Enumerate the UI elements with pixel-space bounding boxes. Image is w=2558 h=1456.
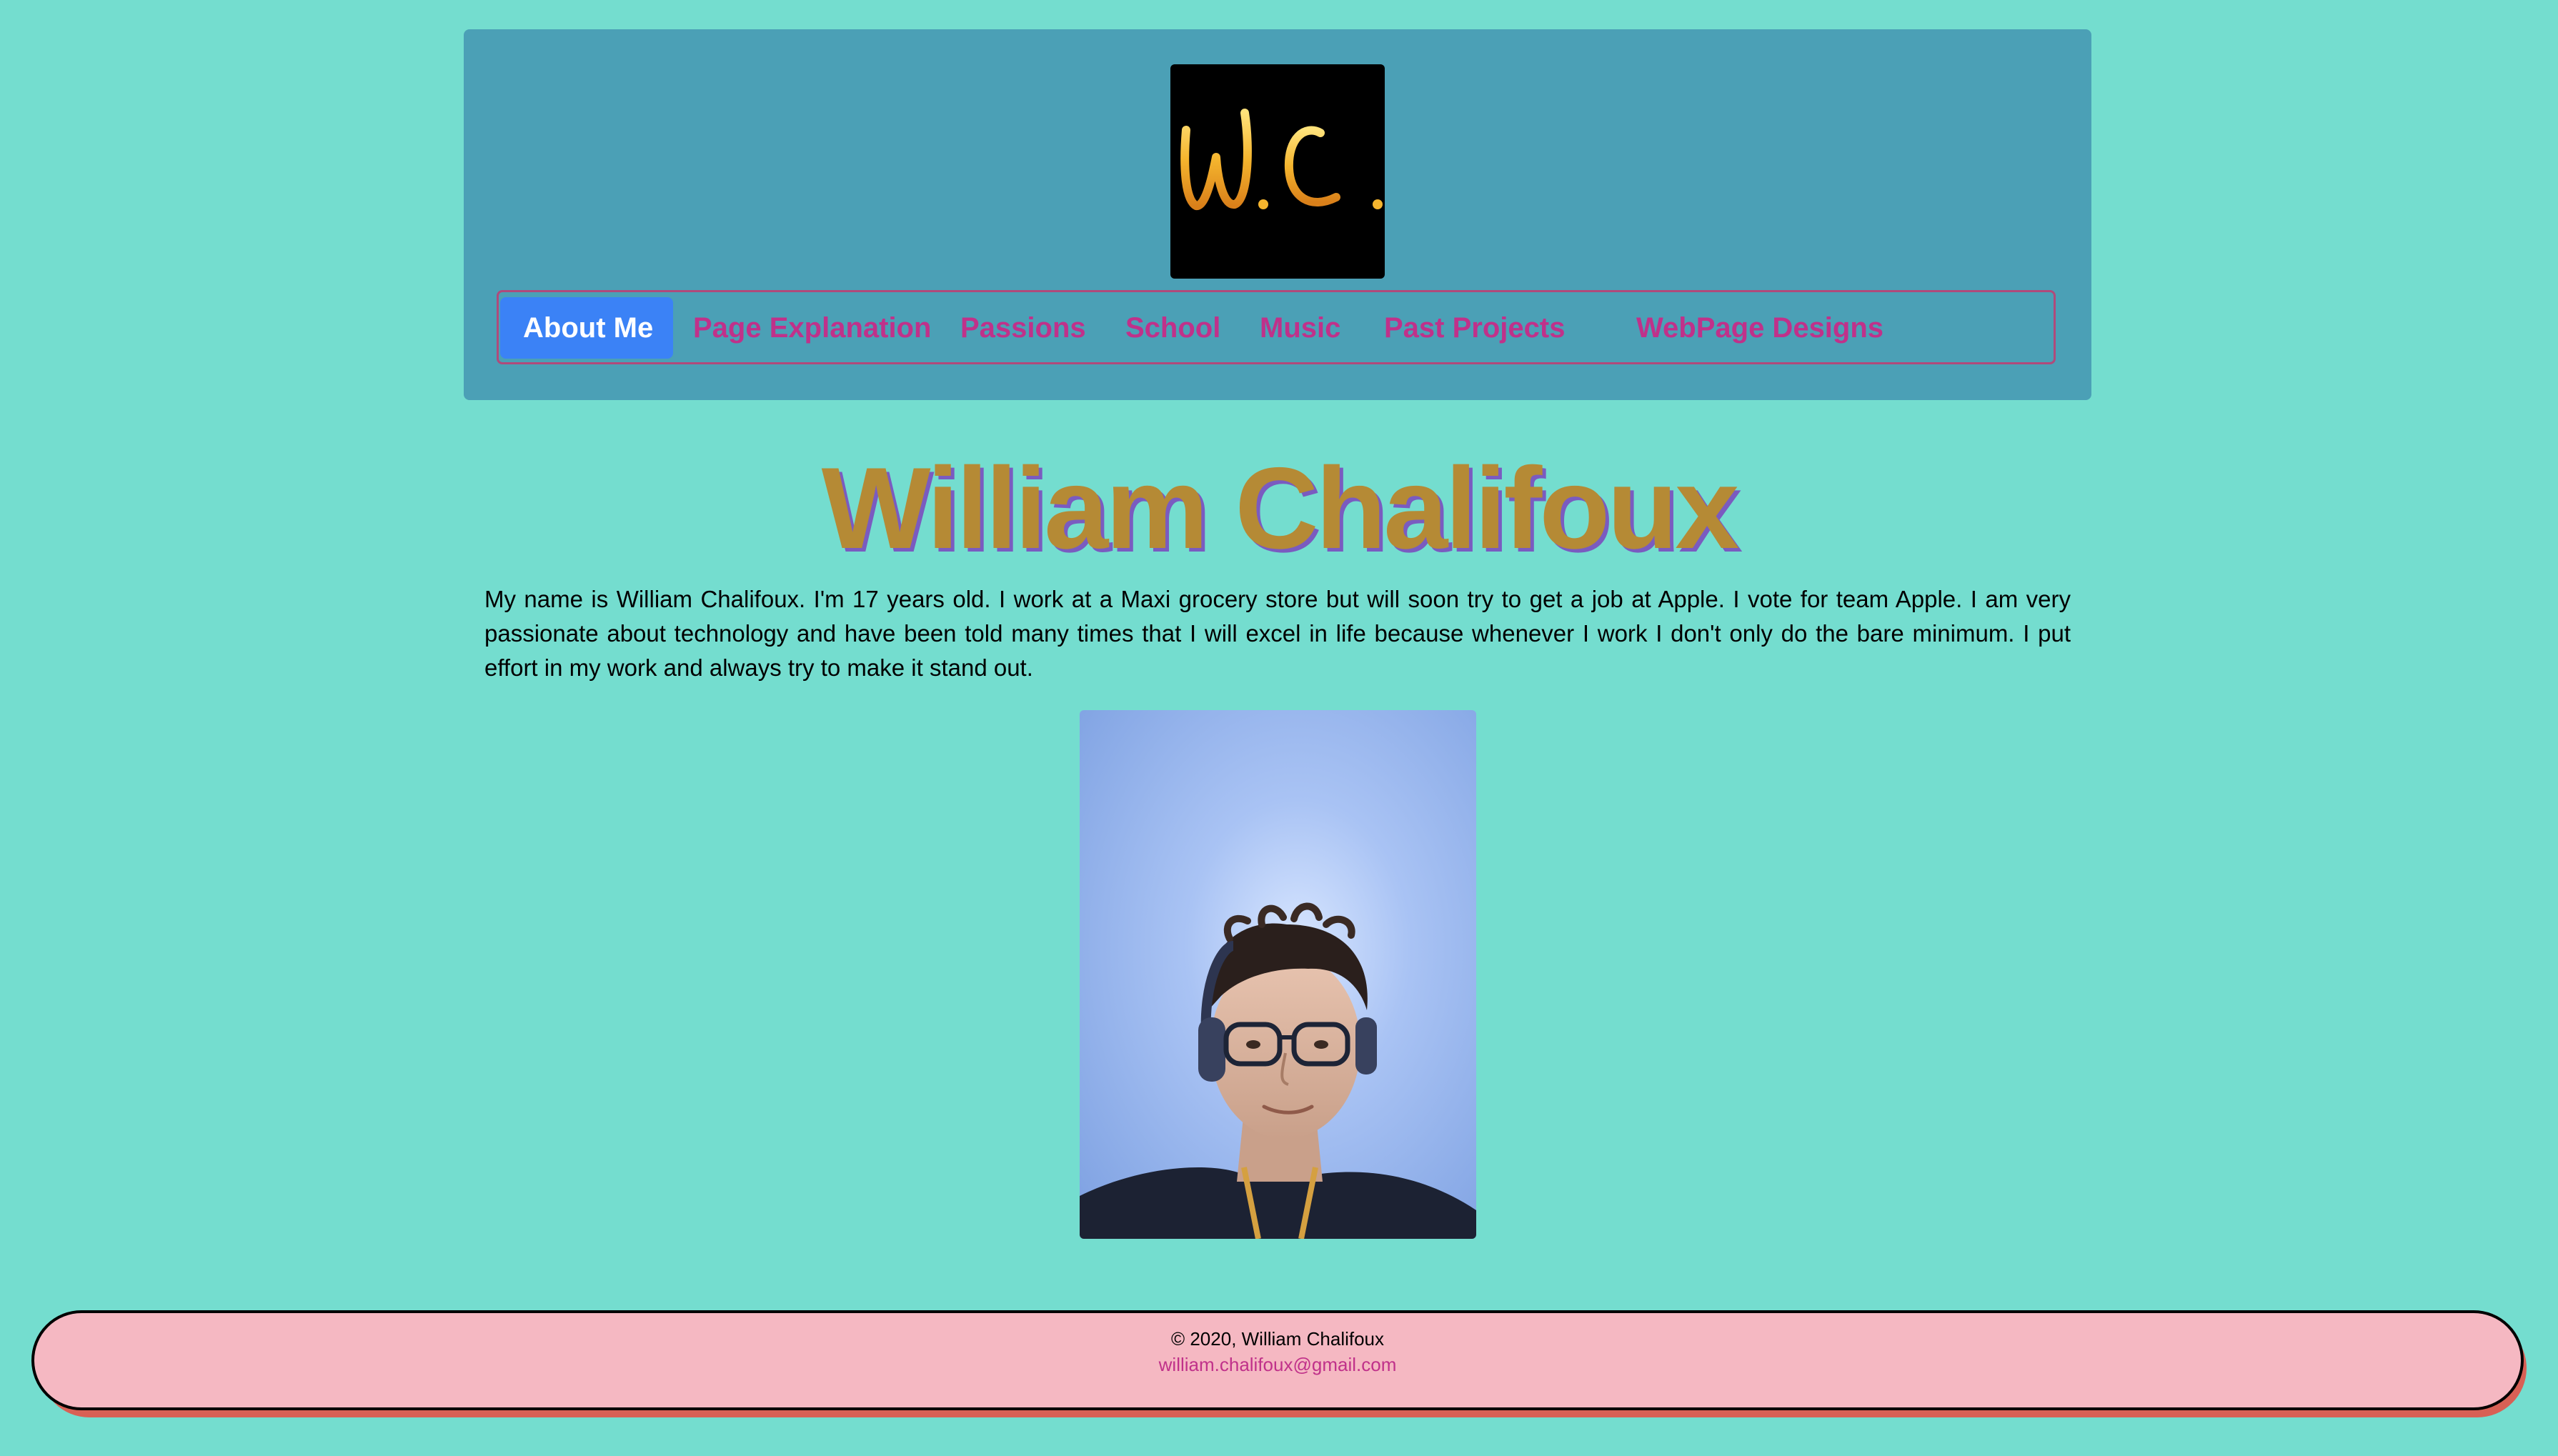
- nav-item-music[interactable]: Music: [1260, 297, 1340, 359]
- site-footer: © 2020, William Chalifoux william.chalif…: [31, 1310, 2524, 1410]
- email-link[interactable]: william.chalifoux@gmail.com: [34, 1352, 2521, 1377]
- bio-paragraph: My name is William Chalifoux. I'm 17 yea…: [484, 586, 2071, 681]
- copyright-text: © 2020, William Chalifoux: [1170, 1328, 1385, 1350]
- main-nav: About Me Page Explanation Passions Schoo…: [497, 290, 2056, 364]
- profile-photo: [1080, 710, 1476, 1239]
- site-header: About Me Page Explanation Passions Schoo…: [464, 29, 2091, 400]
- page-title: William Chalifoux: [821, 444, 1740, 573]
- nav-item-page-explanation[interactable]: Page Explanation: [693, 297, 931, 359]
- nav-item-past-projects[interactable]: Past Projects: [1384, 297, 1565, 359]
- nav-item-about-me[interactable]: About Me: [500, 297, 673, 359]
- portrait-image: [1080, 710, 1476, 1239]
- wc-signature-logo-icon: [1180, 109, 1383, 210]
- nav-item-webpage-designs[interactable]: WebPage Designs: [1636, 297, 1883, 359]
- nav-item-school[interactable]: School: [1125, 297, 1220, 359]
- logo-image[interactable]: [1170, 64, 1385, 279]
- nav-item-passions[interactable]: Passions: [960, 297, 1086, 359]
